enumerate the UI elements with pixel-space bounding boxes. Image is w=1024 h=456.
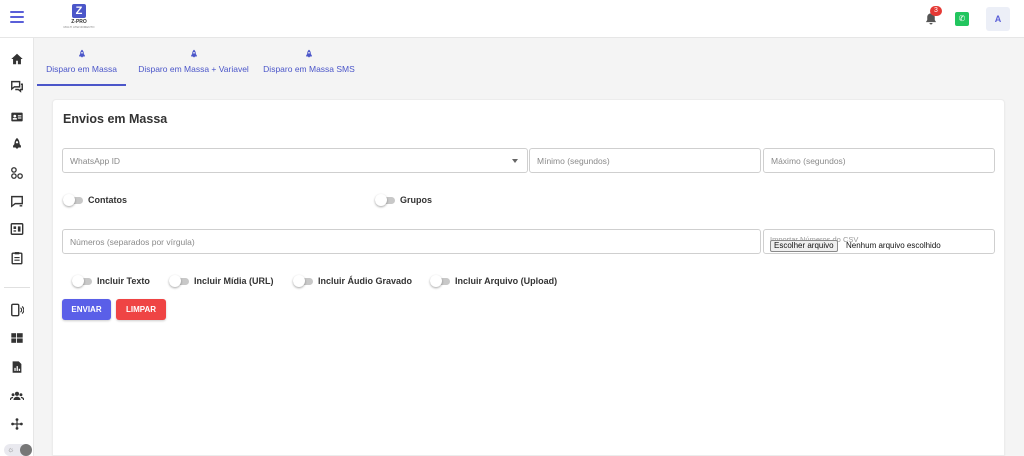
- file-status: Nenhum arquivo escolhido: [846, 241, 941, 250]
- choose-file-button[interactable]: Escolher arquivo: [770, 240, 838, 252]
- app-logo[interactable]: Z Z-PRO MULTI ATENDIMENTO: [57, 4, 101, 32]
- chat-icon[interactable]: [10, 79, 24, 93]
- whatsapp-id-select[interactable]: WhatsApp ID: [62, 148, 528, 173]
- toggle-incluir-midia-label: Incluir Mídia (URL): [194, 276, 274, 286]
- clipboard-icon[interactable]: [10, 251, 24, 265]
- mass-send-card: Envios em Massa WhatsApp ID Mínimo (segu…: [52, 99, 1005, 456]
- sidebar-divider: [4, 287, 30, 288]
- theme-toggle-knob: [20, 444, 32, 456]
- rocket-icon[interactable]: [10, 137, 24, 151]
- dashboard-icon[interactable]: [10, 331, 24, 345]
- logo-tagline: MULTI ATENDIMENTO: [63, 25, 95, 29]
- clear-button[interactable]: LIMPAR: [116, 299, 166, 320]
- notification-badge: 3: [930, 6, 942, 16]
- tab-disparo-em-massa-variavel[interactable]: Disparo em Massa + Variavel: [133, 38, 254, 86]
- tab-disparo-em-massa[interactable]: Disparo em Massa: [37, 38, 126, 86]
- whatsapp-status-icon[interactable]: ✆: [955, 12, 969, 26]
- menu-icon[interactable]: [10, 11, 24, 25]
- rocket-icon: [78, 49, 85, 58]
- numbers-placeholder: Números (separados por vírgula): [70, 237, 195, 247]
- sun-icon: ☼: [7, 445, 15, 454]
- numbers-input[interactable]: Números (separados por vírgula): [62, 229, 761, 254]
- min-seconds-input[interactable]: Mínimo (segundos): [529, 148, 761, 173]
- tab-disparo-em-massa-sms[interactable]: Disparo em Massa SMS: [262, 38, 356, 86]
- quick-reply-icon[interactable]: [10, 194, 24, 208]
- top-bar: Z Z-PRO MULTI ATENDIMENTO 3 ✆ A: [0, 0, 1024, 38]
- toggle-incluir-arquivo-label: Incluir Arquivo (Upload): [455, 276, 558, 286]
- contact-card-icon[interactable]: [10, 110, 24, 124]
- kanban-icon[interactable]: [10, 222, 24, 236]
- send-button[interactable]: ENVIAR: [62, 299, 111, 320]
- max-seconds-input[interactable]: Máximo (segundos): [763, 148, 995, 173]
- phone-connection-icon[interactable]: [10, 303, 24, 317]
- toggle-contatos-label: Contatos: [88, 195, 127, 205]
- sidebar: [0, 38, 34, 456]
- whatsapp-id-placeholder: WhatsApp ID: [70, 156, 121, 166]
- chevron-down-icon: [512, 159, 518, 163]
- home-icon[interactable]: [10, 52, 24, 66]
- toggle-grupos-label: Grupos: [400, 195, 433, 205]
- avatar[interactable]: A: [986, 7, 1010, 31]
- rocket-icon: [306, 49, 312, 58]
- hierarchy-icon[interactable]: [10, 417, 24, 431]
- max-seconds-placeholder: Máximo (segundos): [771, 156, 846, 166]
- theme-toggle[interactable]: ☼: [4, 444, 32, 456]
- csv-file-input[interactable]: Importar Números do CSV Escolher arquivo…: [763, 229, 995, 254]
- toggle-incluir-audio-label: Incluir Áudio Gravado: [318, 276, 413, 286]
- tab-label: Disparo em Massa: [46, 64, 117, 74]
- users-icon[interactable]: [10, 389, 24, 403]
- min-seconds-placeholder: Mínimo (segundos): [537, 156, 610, 166]
- tab-label: Disparo em Massa SMS: [263, 64, 355, 74]
- card-title: Envios em Massa: [63, 112, 168, 126]
- rocket-icon: [190, 49, 197, 58]
- report-icon[interactable]: [10, 360, 24, 374]
- toggle-incluir-texto-label: Incluir Texto: [97, 276, 150, 286]
- flow-icon[interactable]: [10, 166, 24, 180]
- tab-label: Disparo em Massa + Variavel: [138, 64, 249, 74]
- logo-mark: Z: [72, 4, 86, 18]
